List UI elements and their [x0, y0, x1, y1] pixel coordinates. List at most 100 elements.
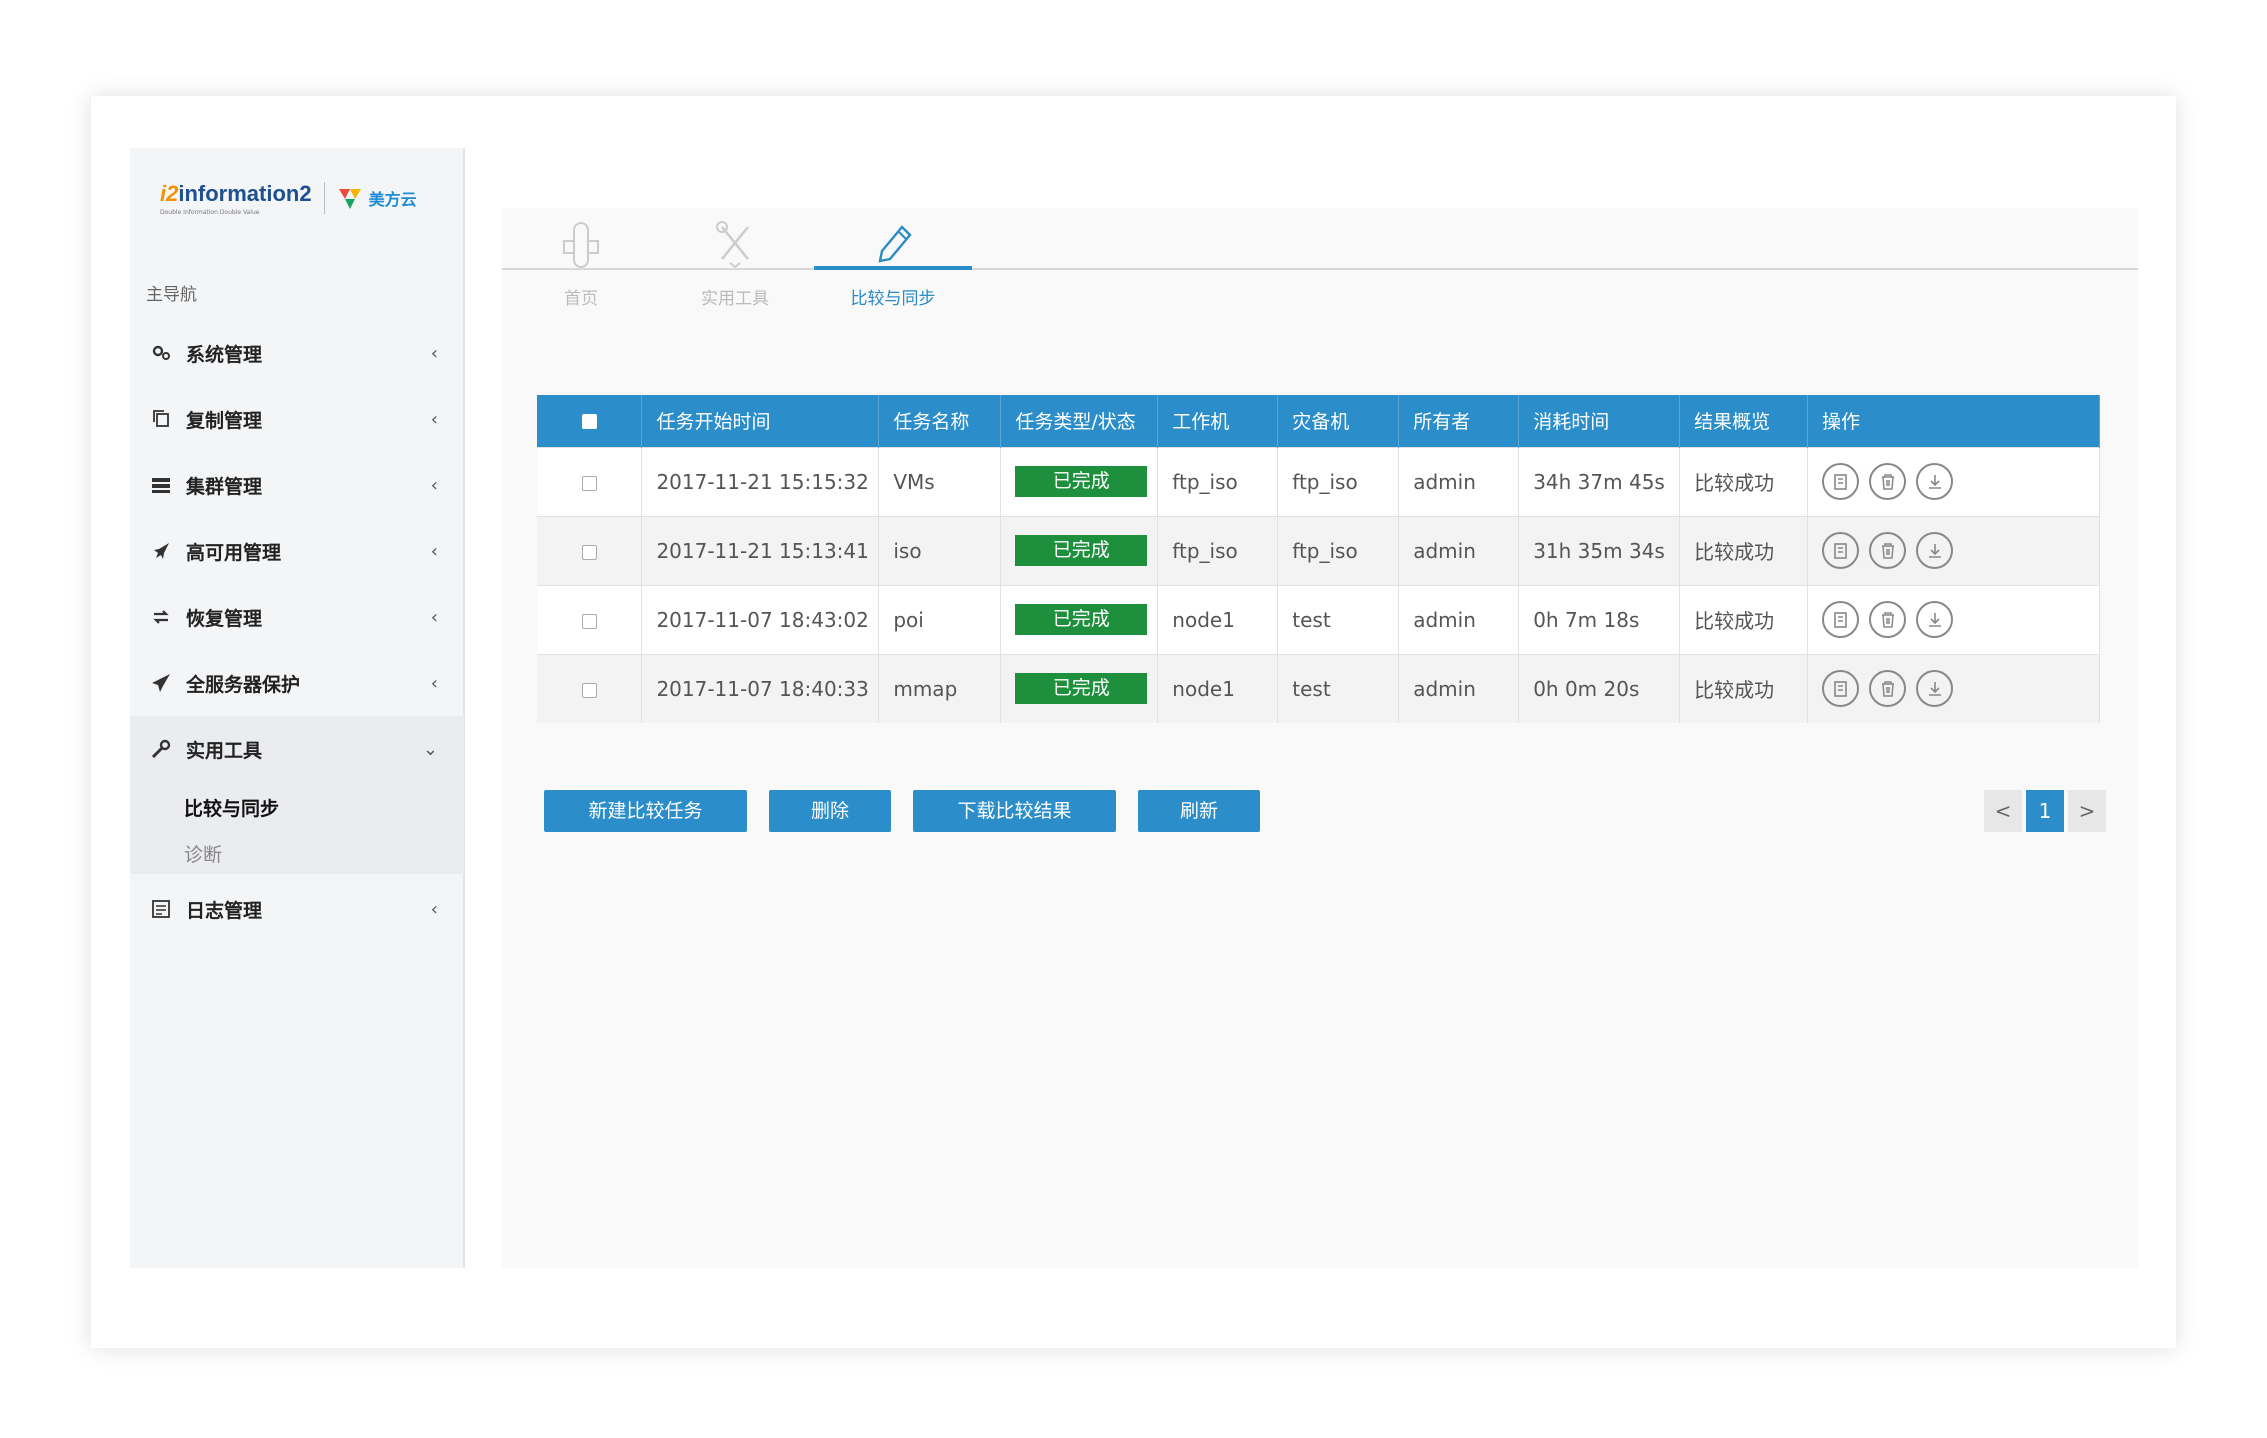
download-icon[interactable] [1916, 670, 1954, 708]
nav-item-logs[interactable]: 日志管理 ‹ [130, 876, 464, 942]
table-row: 2017-11-21 15:13:41 iso 已完成 ftp_iso ftp_… [537, 515, 2100, 585]
task-name-cell: iso [878, 515, 1002, 585]
backup-machine-cell: ftp_iso [1277, 515, 1400, 585]
chevron-left-icon: ‹ [430, 606, 438, 628]
trash-icon[interactable] [1869, 670, 1907, 708]
chevron-left-icon: ‹ [430, 672, 438, 694]
logo-separator [323, 182, 325, 214]
tab-home[interactable]: 首页 [506, 218, 656, 318]
elapsed-cell: 34h 37m 45s [1518, 446, 1681, 516]
tab-label: 实用工具 [701, 289, 769, 309]
nav-item-label: 恢复管理 [186, 607, 263, 630]
trash-icon[interactable] [1869, 601, 1907, 638]
work-machine-cell: ftp_iso [1157, 446, 1279, 516]
partner-logo-icon [338, 189, 361, 209]
task-name-cell: VMs [878, 446, 1002, 516]
nav-item-ha[interactable]: 高可用管理 ‹ [130, 518, 464, 584]
backup-machine-cell: ftp_iso [1277, 446, 1400, 516]
table-row: 2017-11-07 18:43:02 poi 已完成 node1 test a… [537, 584, 2100, 654]
nav-item-utilities[interactable]: 实用工具 ⌄ [130, 716, 464, 782]
nav-item-label: 实用工具 [186, 739, 263, 762]
chevron-left-icon: ‹ [430, 408, 438, 430]
work-machine-cell: ftp_iso [1157, 515, 1279, 585]
row-checkbox[interactable] [581, 613, 597, 629]
tab-utilities[interactable]: 实用工具 [660, 218, 810, 318]
nav-item-cluster[interactable]: 集群管理 ‹ [130, 452, 464, 518]
nav-item-replication[interactable]: 复制管理 ‹ [130, 386, 464, 452]
backup-machine-cell: test [1277, 653, 1400, 723]
home-icon [506, 218, 656, 270]
nav-sub-compare-sync[interactable]: 比较与同步 [184, 794, 279, 821]
main-content [502, 208, 2138, 1268]
tab-label: 首页 [564, 289, 598, 309]
table-row: 2017-11-21 15:15:32 VMs 已完成 ftp_iso ftp_… [537, 446, 2100, 516]
status-badge: 已完成 [1015, 535, 1148, 566]
row-checkbox[interactable] [581, 544, 597, 560]
elapsed-cell: 0h 0m 20s [1518, 653, 1681, 723]
server-icon [150, 474, 172, 496]
nav-heading: 主导航 [146, 285, 197, 305]
nav-item-restore[interactable]: 恢复管理 ‹ [130, 584, 464, 650]
column-header: 操作 [1807, 395, 2100, 447]
column-header: 所有者 [1398, 395, 1520, 447]
pencil-icon [818, 218, 968, 270]
status-badge: 已完成 [1015, 466, 1148, 497]
start-time-cell: 2017-11-07 18:40:33 [641, 653, 880, 723]
column-header: 消耗时间 [1518, 395, 1681, 447]
download-results-button[interactable]: 下载比较结果 [913, 790, 1116, 832]
delete-button[interactable]: 删除 [769, 790, 891, 832]
row-checkbox[interactable] [581, 682, 597, 698]
restore-icon [150, 606, 172, 628]
pager-page-1[interactable]: 1 [2026, 790, 2064, 832]
plane-icon [150, 672, 172, 694]
work-machine-cell: node1 [1157, 584, 1279, 654]
task-table: 任务开始时间 任务名称 任务类型/状态 工作机 灾备机 所有者 消耗时间 结果概… [537, 395, 2100, 723]
download-icon[interactable] [1916, 532, 1954, 569]
result-cell: 比较成功 [1679, 653, 1809, 723]
table-row: 2017-11-07 18:40:33 mmap 已完成 node1 test … [537, 653, 2100, 723]
task-name-cell: mmap [878, 653, 1002, 723]
trash-icon[interactable] [1869, 463, 1907, 500]
rocket-icon [150, 540, 172, 562]
download-icon[interactable] [1916, 601, 1954, 638]
view-icon[interactable] [1822, 670, 1860, 708]
new-compare-task-button[interactable]: 新建比较任务 [544, 790, 747, 832]
view-icon[interactable] [1822, 532, 1860, 569]
partner-logo-text: 美方云 [368, 190, 417, 209]
owner-cell: admin [1398, 446, 1520, 516]
view-icon[interactable] [1822, 601, 1860, 638]
gears-icon [150, 342, 172, 364]
pager-prev-button[interactable]: < [1984, 790, 2022, 832]
owner-cell: admin [1398, 584, 1520, 654]
nav-item-system[interactable]: 系统管理 ‹ [130, 320, 464, 386]
chevron-left-icon: ‹ [430, 898, 438, 920]
select-all-checkbox-cell [537, 395, 643, 447]
nav-item-label: 系统管理 [186, 343, 263, 366]
column-header: 灾备机 [1277, 395, 1400, 447]
chevron-down-icon: ⌄ [422, 738, 438, 760]
pager-next-button[interactable]: > [2068, 790, 2106, 832]
tools-icon [660, 218, 810, 270]
refresh-button[interactable]: 刷新 [1138, 790, 1260, 832]
nav-item-label: 日志管理 [186, 899, 263, 922]
wrench-icon [150, 738, 172, 760]
task-name-cell: poi [878, 584, 1002, 654]
backup-machine-cell: test [1277, 584, 1400, 654]
tab-active-indicator [814, 266, 972, 270]
result-cell: 比较成功 [1679, 584, 1809, 654]
start-time-cell: 2017-11-07 18:43:02 [641, 584, 880, 654]
elapsed-cell: 31h 35m 34s [1518, 515, 1681, 585]
download-icon[interactable] [1916, 463, 1954, 500]
row-checkbox[interactable] [581, 475, 597, 491]
log-icon [150, 898, 172, 920]
owner-cell: admin [1398, 515, 1520, 585]
status-badge: 已完成 [1015, 604, 1148, 635]
column-header: 工作机 [1157, 395, 1279, 447]
view-icon[interactable] [1822, 463, 1860, 500]
nav-item-full-server[interactable]: 全服务器保护 ‹ [130, 650, 464, 716]
nav-item-label: 复制管理 [186, 409, 263, 432]
column-header: 结果概览 [1679, 395, 1809, 447]
select-all-checkbox[interactable] [581, 413, 597, 429]
trash-icon[interactable] [1869, 532, 1907, 569]
nav-sub-diagnose[interactable]: 诊断 [184, 840, 222, 867]
